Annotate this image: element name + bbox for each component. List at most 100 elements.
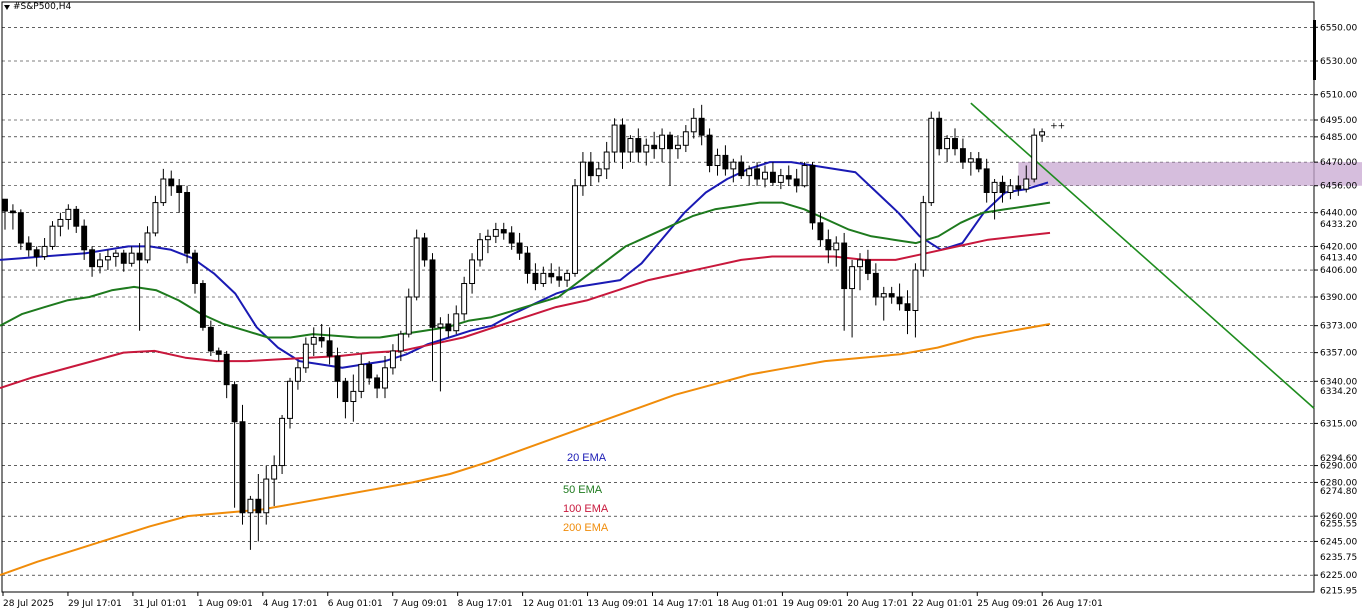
y-minor-label: 6334.20	[1320, 387, 1357, 397]
legend-200-ema: 200 EMA	[563, 522, 609, 534]
candle-body	[25, 242, 32, 251]
y-tick-label: 6245.00	[1320, 537, 1357, 547]
candle-body	[722, 154, 729, 170]
y-minor-label: 6235.75	[1320, 553, 1357, 563]
ema-legend: 20 EMA 50 EMA 100 EMA 200 EMA	[563, 452, 609, 534]
candle-body	[437, 323, 444, 328]
y-minor-label: 6274.80	[1320, 487, 1357, 497]
candle-body	[374, 377, 381, 389]
candle-body	[223, 353, 230, 386]
candle-body	[231, 384, 238, 423]
candle-body	[651, 144, 658, 150]
candle-body	[500, 229, 507, 234]
candle-body	[801, 165, 808, 187]
candle-body	[429, 259, 436, 328]
x-axis: 28 Jul 2025 29 Jul 17:01 31 Jul 01:01 1 Aug…	[2, 592, 1103, 609]
candle-body	[944, 138, 951, 150]
candle-body	[215, 350, 222, 355]
candle-body	[762, 171, 768, 180]
y-tick-label: 6357.00	[1320, 349, 1357, 359]
x-tick-label: 1 Aug 09:01	[198, 599, 253, 609]
candle-body	[358, 363, 365, 392]
candle-body	[469, 259, 476, 285]
candle-body	[152, 202, 159, 234]
candle-body	[746, 168, 753, 177]
x-tick-label: 19 Aug 09:01	[782, 599, 843, 609]
x-tick-label: 7 Aug 09:01	[393, 599, 448, 609]
candle-body	[413, 237, 420, 298]
candle-body	[184, 191, 191, 254]
candle-body	[199, 283, 206, 328]
price-marker-crosses: ++	[1050, 121, 1065, 131]
candle-body	[548, 272, 555, 278]
y-tick-label: 6390.00	[1320, 293, 1357, 303]
candle-body	[302, 343, 309, 369]
candle-body	[366, 363, 373, 379]
candle-body	[983, 168, 990, 193]
legend-20-ema: 20 EMA	[567, 452, 607, 464]
candle-body	[89, 249, 96, 268]
y-tick-label: 6406.00	[1320, 266, 1357, 276]
y-minor-label: 6433.20	[1320, 220, 1357, 230]
candle-body	[97, 259, 103, 268]
candle-body	[326, 340, 333, 357]
trendline	[970, 102, 1315, 409]
legend-50-ema: 50 EMA	[563, 484, 603, 496]
candle-body	[857, 259, 863, 268]
candle-body	[627, 138, 634, 153]
candle-body	[65, 208, 72, 220]
candle-body	[477, 239, 483, 261]
x-tick-label: 29 Jul 17:01	[68, 599, 122, 609]
candle-body	[41, 245, 48, 258]
candle-body	[263, 478, 270, 514]
candle-body	[271, 465, 278, 480]
candle-body	[841, 242, 848, 290]
candle-body	[975, 158, 982, 170]
x-tick-label: 6 Aug 01:01	[328, 599, 383, 609]
candle-body	[967, 158, 974, 163]
y-tick-label: 6470.00	[1320, 158, 1357, 168]
candle-body	[793, 178, 800, 187]
candle-body	[279, 417, 286, 467]
candle-body	[635, 138, 642, 153]
price-chart[interactable]: ++ 6550.00 6530.00 6510.00 6495.00 6485.00 64…	[0, 0, 1362, 611]
candle-body	[1023, 178, 1030, 190]
y-tick-label: 6340.00	[1320, 377, 1357, 387]
candle-body	[1031, 134, 1038, 180]
y-minor-label: 6294.60	[1320, 454, 1357, 464]
y-tick-label: 6510.00	[1320, 91, 1357, 101]
candle-body	[714, 154, 721, 167]
grid-lines	[2, 26, 1314, 576]
candle-body	[461, 283, 468, 315]
candle-body	[33, 249, 40, 258]
candle-body	[777, 175, 784, 183]
y-tick-label: 6550.00	[1320, 23, 1357, 33]
x-tick-label: 28 Jul 2025	[3, 599, 54, 609]
candle-body	[136, 252, 143, 261]
candle-body	[619, 124, 626, 153]
y-tick-label: 6225.00	[1320, 571, 1357, 581]
candle-body	[382, 367, 388, 389]
candle-body	[445, 323, 452, 332]
y-tick-label: 6530.00	[1320, 57, 1357, 67]
candle-body	[192, 252, 198, 285]
x-tick-label: 18 Aug 01:01	[717, 599, 778, 609]
candle-body	[603, 151, 610, 170]
candle-body	[849, 266, 856, 290]
candle-body	[999, 181, 1006, 193]
y-tick-label: 6485.00	[1320, 133, 1357, 143]
x-tick-label: 8 Aug 17:01	[458, 599, 513, 609]
y-tick-label: 6440.00	[1320, 209, 1357, 219]
candle-body	[73, 208, 80, 227]
candle-body	[120, 252, 127, 264]
candle-body	[667, 134, 673, 150]
candle-body	[524, 252, 531, 274]
candles: ++	[2, 104, 1065, 550]
candle-body	[294, 367, 301, 382]
ema-line-20-ema	[0, 161, 1049, 369]
candle-body	[405, 296, 412, 335]
candle-body	[176, 185, 183, 193]
candle-body	[564, 272, 571, 281]
y-tick-label: 6420.00	[1320, 242, 1357, 252]
candle-body	[160, 178, 167, 204]
